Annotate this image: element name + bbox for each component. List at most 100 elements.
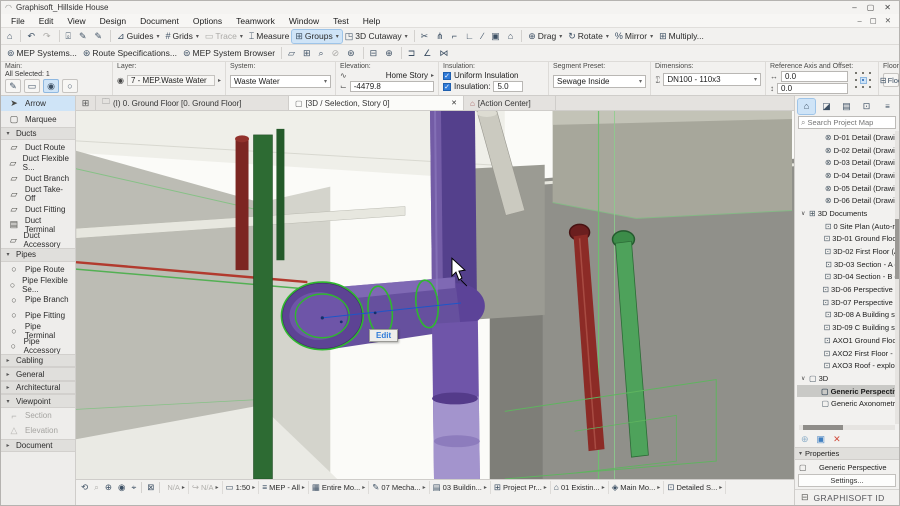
toolbox-item[interactable]: ▱ Duct Take-Off [1, 186, 75, 201]
toolbox-item[interactable]: ▤ Duct Terminal [1, 217, 75, 232]
tree-expand-icon[interactable]: ∨ [801, 210, 807, 217]
menu-item[interactable]: Help [357, 15, 386, 27]
quick-option-button[interactable]: ⌂ 01 Existin... ▸ [551, 481, 609, 494]
navigator-tab-icon[interactable]: ⌂ [798, 99, 815, 114]
quick-option-button[interactable]: N/A ▸ [162, 481, 189, 494]
floorplan-display-button[interactable]: ⊟ Floo [883, 73, 899, 87]
toolbar-button[interactable]: ↷ ▾ [40, 30, 56, 43]
toolbox-item[interactable]: ▱ Duct Accessory [1, 233, 75, 248]
toolbar-button[interactable]: ∟ ▾ [462, 30, 479, 42]
menu-item[interactable]: Design [94, 15, 132, 27]
navigator-tab-icon[interactable]: ▤ [838, 99, 855, 114]
close-button[interactable]: ✕ [884, 3, 891, 12]
tree-item[interactable]: ⊡ 3D-06 Perspective L [797, 283, 899, 296]
toolbar-button[interactable]: ✎ ▾ [76, 30, 92, 43]
mep-toolbar-button[interactable] [281, 47, 282, 59]
quick-option-button[interactable]: ✎ 07 Mecha... ▸ [369, 481, 429, 494]
toolbar-button[interactable]: ⌂ ▾ [4, 30, 17, 42]
doc-close-button[interactable]: ✕ [885, 16, 891, 25]
toolbar-button[interactable]: ◳ 3D Cutaway ▾ [342, 30, 411, 43]
offset-v-input[interactable]: 0.0 [777, 83, 848, 94]
toolbox-item[interactable]: ○ Pipe Branch [1, 292, 75, 307]
toolbar-button[interactable]: ⊿ Guides ▾ [114, 30, 163, 43]
toolbar-button[interactable]: ▾ [20, 30, 21, 42]
tab-overview-icon[interactable]: ⊞ [76, 96, 96, 110]
mep-toolbar-button[interactable] [363, 47, 364, 59]
quick-option-button[interactable]: ⊞ Project Pr... ▸ [491, 481, 551, 494]
tree-item[interactable]: ▢ Generic Perspective [797, 385, 899, 398]
toolbar-button[interactable]: ▭ Trace ▾ [202, 30, 246, 43]
view-tool-button[interactable]: ⌖ [128, 481, 139, 494]
toolbar-button[interactable]: ▾ [59, 30, 60, 42]
layer-visibility-icon[interactable]: ◉ [117, 76, 124, 85]
home-story-arrow[interactable]: ▸ [431, 72, 434, 79]
view-tool-button[interactable]: ⌕ [91, 481, 102, 494]
doc-minimize-button[interactable]: – [857, 16, 861, 25]
toolbox-item[interactable]: ○ Pipe Fitting [1, 308, 75, 323]
menu-item[interactable]: Options [187, 15, 228, 27]
tree-item[interactable]: ∨ ⊞ 3D Documents [797, 207, 899, 220]
mep-toolbar-button[interactable]: ⊟ [367, 47, 383, 60]
toolbar-button[interactable]: ✂ ▾ [418, 30, 434, 43]
toolbar-button[interactable]: ▣ ▾ [488, 30, 505, 43]
mep-toolbar-button[interactable]: ⊕ [382, 47, 398, 60]
search-input[interactable] [807, 118, 893, 127]
navigator-menu-icon[interactable]: ≡ [879, 99, 896, 114]
mep-toolbar-button[interactable]: ⌕ [316, 47, 329, 60]
mep-toolbar-button[interactable]: ⊞ [300, 47, 316, 60]
toolbox-item[interactable]: ⌐ Section [1, 408, 75, 423]
quick-option-button[interactable]: ◈ Main Mo... ▸ [609, 481, 665, 494]
menu-item[interactable]: View [61, 15, 91, 27]
anchor-center[interactable] [861, 78, 866, 83]
navigator-tab-icon[interactable]: ⊡ [858, 99, 875, 114]
mep-toolbar-button[interactable]: ▱ [285, 47, 300, 60]
insulation-checkbox[interactable]: ✓ Insulation: 5.0 [443, 81, 544, 92]
quick-option-button[interactable]: ⊡ Detailed S... ▸ [664, 481, 726, 494]
dimensions-select[interactable]: DN100 - 110x3 ▾ [663, 73, 761, 86]
delete-view-icon[interactable]: ✕ [833, 434, 841, 445]
toolbox-item[interactable]: ○ Pipe Terminal [1, 323, 75, 338]
layer-picker[interactable]: 7 - MEP.Waste Water [127, 75, 215, 86]
mep-toolbar-button[interactable]: ∠ [420, 47, 436, 60]
insulation-value-input[interactable]: 5.0 [493, 81, 523, 92]
toolbar-button[interactable]: ⌂ ▾ [505, 30, 518, 42]
tree-item[interactable]: ⊡ 3D-07 Perspective L [797, 296, 899, 309]
toolbox-item[interactable]: ○ Pipe Accessory [1, 338, 75, 353]
toolbar-button[interactable]: ⋔ ▾ [433, 30, 449, 43]
tree-item[interactable]: ⊡ AXO3 Roof - explod [797, 359, 899, 372]
navigator-tab-icon[interactable]: ◪ [818, 99, 835, 114]
menu-item[interactable]: File [5, 15, 31, 27]
reset-zoom-button[interactable]: ⊠ [144, 481, 157, 494]
toolbar-button[interactable]: ⌶ Measure ▾ [246, 30, 292, 43]
tab-3d-view[interactable]: ▢ [3D / Selection, Story 0] ✕ [289, 96, 464, 110]
tree-item[interactable]: ⊗ D-04 Detail (Drawin [797, 169, 899, 182]
quick-option-button[interactable]: ▦ Entire Mo... ▸ [309, 481, 369, 494]
toolbar-button[interactable]: ↻ Rotate ▾ [565, 30, 612, 43]
save-view-icon[interactable]: ▣ [817, 434, 826, 445]
toolbar-button[interactable]: ▾ [110, 30, 111, 42]
element-settings-button[interactable]: ◉ ▸ [43, 79, 59, 93]
toolbox-item[interactable]: ➤ Arrow [1, 96, 75, 111]
properties-header[interactable]: ▾ Properties [795, 447, 899, 460]
mep-toolbar-button[interactable]: ⊜ MEP System Browser [180, 47, 278, 60]
mep-toolbar-button[interactable]: ⊛ [344, 47, 360, 60]
tab-ground-floor[interactable]: 🗀 (I) 0. Ground Floor [0. Ground Floor] [96, 96, 289, 110]
quick-option-button[interactable]: ↪ N/A ▸ [189, 481, 223, 494]
quick-option-button[interactable]: ≡ MEP - All ▸ [259, 481, 309, 494]
mep-toolbar-button[interactable]: ⊛ Route Specifications... [80, 47, 180, 60]
tree-item[interactable]: ⊗ D-02 Detail (Drawin [797, 144, 899, 157]
toolbox-item[interactable]: ○ Pipe Flexible Se... [1, 277, 75, 292]
quick-option-button[interactable]: ▤ 03 Buildin... ▸ [430, 481, 491, 494]
toolbox-item[interactable]: ▸ General [1, 367, 75, 381]
tree-item[interactable]: ⊡ AXO1 Ground Floor [797, 334, 899, 347]
toolbar-button[interactable]: ⊞ Groups ▾ [292, 30, 341, 43]
toolbar-button[interactable]: ∕ ▾ [479, 30, 489, 42]
toolbox-item[interactable]: ▱ Duct Route [1, 140, 75, 155]
doc-restore-button[interactable]: ▢ [870, 16, 877, 25]
toolbox-item[interactable]: ▾ Ducts [1, 127, 75, 141]
tree-item[interactable]: ⊡ 3D-01 Ground Floor [797, 233, 899, 246]
view-tool-button[interactable]: ⊕ [102, 481, 115, 494]
maximize-button[interactable]: ▢ [867, 3, 875, 12]
tree-item[interactable]: ⊡ 3D-02 First Floor (A [797, 245, 899, 258]
element-settings-button[interactable]: ○ ▸ [62, 79, 78, 93]
